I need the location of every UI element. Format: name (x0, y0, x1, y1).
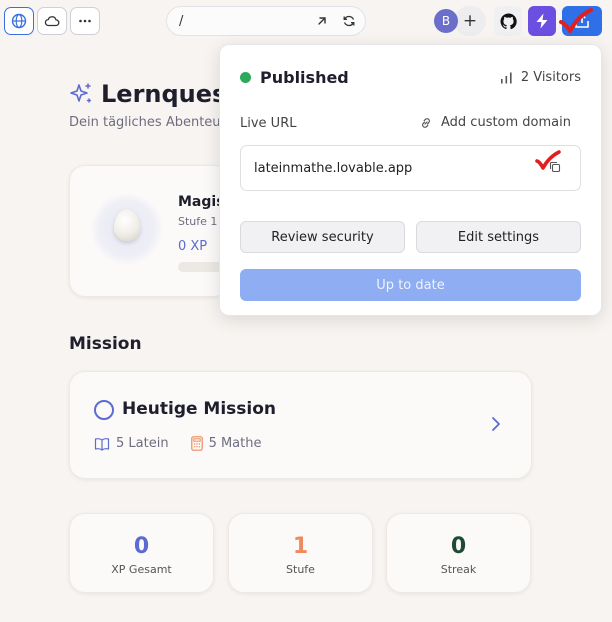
live-url-field[interactable]: lateinmathe.lovable.app (240, 145, 581, 191)
mission-card[interactable]: Heutige Mission 5 Latein 5 Mathe (69, 371, 532, 479)
add-custom-domain-label: Add custom domain (441, 115, 571, 130)
book-icon (94, 437, 110, 451)
creature-level: Stufe 1 (178, 215, 218, 228)
app-title: Lernquest (101, 80, 238, 108)
red-checkmark-annotation-icon (559, 8, 593, 33)
stat-label: Stufe (286, 563, 315, 576)
visitors-count: 2 Visitors (520, 70, 581, 85)
mission-mathe: 5 Mathe (208, 436, 262, 451)
globe-button[interactable] (4, 7, 34, 35)
more-dots-icon (79, 19, 91, 23)
url-bar[interactable]: / (166, 6, 366, 36)
live-url-label: Live URL (240, 116, 297, 131)
calculator-icon (190, 436, 203, 451)
publish-status-label: Published (260, 68, 349, 87)
stat-card-streak: 0 Streak (386, 513, 531, 593)
refresh-icon[interactable] (342, 14, 356, 28)
sparkles-icon (70, 83, 92, 103)
egg-icon (114, 209, 140, 241)
top-toolbar: / + B (0, 0, 612, 42)
mission-section-title: Mission (69, 334, 142, 354)
cloud-button[interactable] (37, 7, 67, 35)
page-title: Lernquest (69, 80, 238, 108)
stat-label: Streak (440, 563, 477, 576)
red-checkmark-annotation-icon (535, 150, 561, 170)
publish-popover: Published 2 Visitors Live URL Add custom… (219, 44, 602, 316)
github-button[interactable] (494, 6, 522, 36)
status-dot-icon (240, 72, 251, 83)
edit-settings-button[interactable]: Edit settings (416, 221, 581, 253)
more-button[interactable] (70, 7, 100, 35)
plus-icon: + (462, 11, 478, 31)
chevron-right-icon[interactable] (491, 416, 501, 432)
bolt-button[interactable] (528, 6, 556, 36)
stat-value: 1 (292, 534, 309, 559)
app-subtitle: Dein tägliches Abenteuer (69, 115, 229, 130)
mission-meta: 5 Latein 5 Mathe (94, 436, 261, 451)
stat-card-xp-total: 0 XP Gesamt (69, 513, 214, 593)
creature-xp: 0 XP (178, 239, 208, 254)
live-url-value: lateinmathe.lovable.app (254, 160, 413, 176)
lightning-icon (536, 13, 548, 29)
creature-name: Magis (178, 194, 225, 210)
stat-card-level: 1 Stufe (228, 513, 373, 593)
link-icon (422, 117, 430, 128)
creature-card[interactable]: Magis Stufe 1 0 XP (69, 165, 229, 297)
cloud-icon (44, 16, 60, 27)
visitors-link[interactable]: 2 Visitors (500, 70, 581, 85)
up-to-date-button[interactable]: Up to date (240, 269, 581, 301)
stat-value: 0 (133, 534, 150, 559)
open-external-icon[interactable] (315, 14, 329, 28)
globe-icon (11, 13, 27, 29)
url-path: / (179, 13, 184, 29)
add-collaborator-button[interactable]: + (454, 6, 486, 36)
stat-value: 0 (450, 534, 467, 559)
stat-label: XP Gesamt (111, 563, 172, 576)
mission-title: Heutige Mission (122, 399, 277, 419)
bar-chart-icon (500, 72, 512, 83)
review-security-button[interactable]: Review security (240, 221, 405, 253)
publish-status: Published (240, 68, 349, 87)
github-icon (500, 13, 517, 29)
mission-status-circle-icon (94, 400, 114, 420)
mission-latein: 5 Latein (116, 436, 169, 451)
add-custom-domain-link[interactable]: Add custom domain (419, 115, 571, 130)
avatar[interactable]: B (434, 9, 458, 33)
